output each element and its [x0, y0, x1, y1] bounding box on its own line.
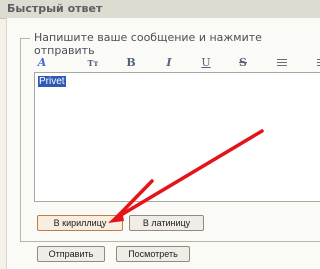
send-button[interactable]: Отправить: [37, 246, 105, 262]
selected-text: Privet: [38, 76, 66, 87]
fieldset-legend: Напишите ваше сообщение и нажмите отправ…: [30, 31, 320, 57]
italic-button[interactable]: I: [161, 55, 177, 71]
message-editor[interactable]: Privet: [34, 72, 320, 202]
align-left-icon: [277, 59, 287, 67]
align-left-button[interactable]: [274, 55, 290, 71]
to-latin-button[interactable]: В латиницу: [129, 215, 204, 231]
page-title: Быстрый ответ: [7, 2, 103, 15]
underline-button[interactable]: U: [198, 55, 214, 71]
preview-button[interactable]: Посмотреть: [116, 246, 190, 262]
align-center-button[interactable]: [314, 55, 320, 71]
text-color-button[interactable]: A: [34, 55, 50, 71]
font-size-button[interactable]: Тт: [85, 55, 101, 71]
strikethrough-button[interactable]: S: [235, 55, 251, 71]
to-cyrillic-button[interactable]: В кириллицу: [37, 215, 123, 231]
bold-button[interactable]: B: [123, 55, 139, 71]
quick-reply-header: Быстрый ответ: [0, 0, 320, 19]
